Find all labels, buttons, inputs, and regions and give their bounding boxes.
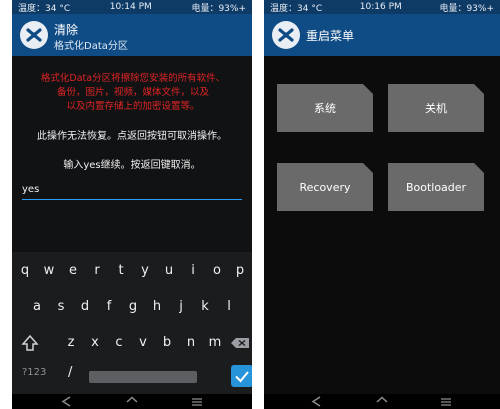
status-bar: 温度：34 °C 10:14 PM 电量：93%+ bbox=[12, 0, 252, 14]
reboot-system-button[interactable]: 系统 bbox=[277, 84, 373, 132]
reboot-bootloader-button[interactable]: Bootloader bbox=[388, 163, 484, 211]
shift-key[interactable] bbox=[18, 330, 42, 356]
key-a[interactable]: a bbox=[26, 294, 48, 320]
slash-key[interactable]: / bbox=[68, 365, 72, 380]
warning-line: 备份，图片，视频，媒体文件，以及 bbox=[56, 87, 209, 98]
home-icon[interactable] bbox=[125, 396, 139, 407]
page-title: 重启菜单 bbox=[306, 29, 355, 43]
key-f[interactable]: f bbox=[98, 294, 120, 320]
key-u[interactable]: u bbox=[158, 258, 180, 284]
reboot-recovery-button[interactable]: Recovery bbox=[277, 163, 373, 211]
clock-text: 10:14 PM bbox=[109, 2, 152, 12]
key-o[interactable]: o bbox=[206, 258, 228, 284]
page-title: 清除 bbox=[54, 23, 79, 37]
temperature-text: 温度：34 °C bbox=[270, 3, 323, 14]
space-key[interactable] bbox=[89, 371, 197, 383]
twrp-logo-icon bbox=[20, 21, 48, 49]
key-d[interactable]: d bbox=[74, 294, 96, 320]
keyboard-row-3: z x c v b n m bbox=[12, 330, 252, 356]
battery-text: 电量：93%+ bbox=[439, 3, 494, 14]
power-off-button[interactable]: 关机 bbox=[388, 84, 484, 132]
back-icon[interactable] bbox=[310, 396, 324, 407]
key-i[interactable]: i bbox=[182, 258, 204, 284]
key-w[interactable]: w bbox=[38, 258, 60, 284]
app-header: 清除 格式化Data分区 bbox=[12, 14, 252, 56]
confirm-input[interactable]: yes bbox=[22, 184, 240, 200]
page-subtitle: 格式化Data分区 bbox=[54, 41, 128, 52]
keyboard-row-1: q w e r t y u i o p bbox=[12, 258, 252, 284]
input-underline bbox=[22, 199, 242, 200]
key-s[interactable]: s bbox=[50, 294, 72, 320]
key-v[interactable]: v bbox=[132, 330, 154, 356]
key-t[interactable]: t bbox=[110, 258, 132, 284]
back-icon[interactable] bbox=[60, 396, 74, 407]
key-q[interactable]: q bbox=[14, 258, 36, 284]
twrp-logo-icon bbox=[272, 21, 300, 49]
shift-icon bbox=[21, 334, 39, 351]
keyboard-row-2: a s d f g h j k l bbox=[12, 294, 252, 320]
irreversible-note: 此操作无法恢复。点返回按钮可取消操作。 bbox=[37, 131, 227, 142]
battery-text: 电量：93%+ bbox=[191, 3, 246, 14]
key-m[interactable]: m bbox=[204, 330, 226, 356]
key-x[interactable]: x bbox=[84, 330, 106, 356]
checkmark-icon bbox=[235, 371, 249, 383]
key-c[interactable]: c bbox=[108, 330, 130, 356]
format-warning: 格式化Data分区将擦除您安装的所有软件、 备份，图片，视频，媒体文件，以及 以… bbox=[28, 72, 238, 114]
warning-line: 以及内置存储上的加密设置等。 bbox=[66, 101, 200, 112]
temperature-text: 温度：34 °C bbox=[18, 3, 71, 14]
key-y[interactable]: y bbox=[134, 258, 156, 284]
warning-line: 格式化Data分区将擦除您安装的所有软件、 bbox=[40, 73, 226, 84]
wipe-screen: 温度：34 °C 10:14 PM 电量：93%+ 清除 格式化Data分区 格… bbox=[12, 0, 252, 409]
symbols-key[interactable]: ?123 bbox=[22, 367, 46, 378]
clock-text: 10:16 PM bbox=[359, 2, 402, 12]
key-g[interactable]: g bbox=[122, 294, 144, 320]
key-l[interactable]: l bbox=[218, 294, 240, 320]
app-header: 重启菜单 bbox=[264, 14, 500, 56]
key-z[interactable]: z bbox=[60, 330, 82, 356]
menu-icon[interactable] bbox=[190, 396, 204, 407]
home-icon[interactable] bbox=[375, 396, 389, 407]
confirm-instruction: 输入yes继续。按返回键取消。 bbox=[63, 160, 201, 171]
status-bar: 温度：34 °C 10:16 PM 电量：93%+ bbox=[264, 0, 500, 14]
navigation-bar bbox=[264, 394, 500, 409]
key-j[interactable]: j bbox=[170, 294, 192, 320]
key-e[interactable]: e bbox=[62, 258, 84, 284]
soft-keyboard: q w e r t y u i o p a s d f g h j k l z … bbox=[12, 252, 252, 394]
backspace-key[interactable] bbox=[228, 330, 252, 356]
menu-icon[interactable] bbox=[439, 396, 453, 407]
key-n[interactable]: n bbox=[180, 330, 202, 356]
key-b[interactable]: b bbox=[156, 330, 178, 356]
key-p[interactable]: p bbox=[229, 258, 251, 284]
enter-key[interactable] bbox=[231, 365, 252, 387]
navigation-bar bbox=[12, 394, 252, 409]
key-r[interactable]: r bbox=[86, 258, 108, 284]
backspace-icon bbox=[231, 338, 249, 348]
key-k[interactable]: k bbox=[194, 294, 216, 320]
key-h[interactable]: h bbox=[146, 294, 168, 320]
reboot-screen: 温度：34 °C 10:16 PM 电量：93%+ 重启菜单 系统 关机 Rec… bbox=[264, 0, 500, 409]
